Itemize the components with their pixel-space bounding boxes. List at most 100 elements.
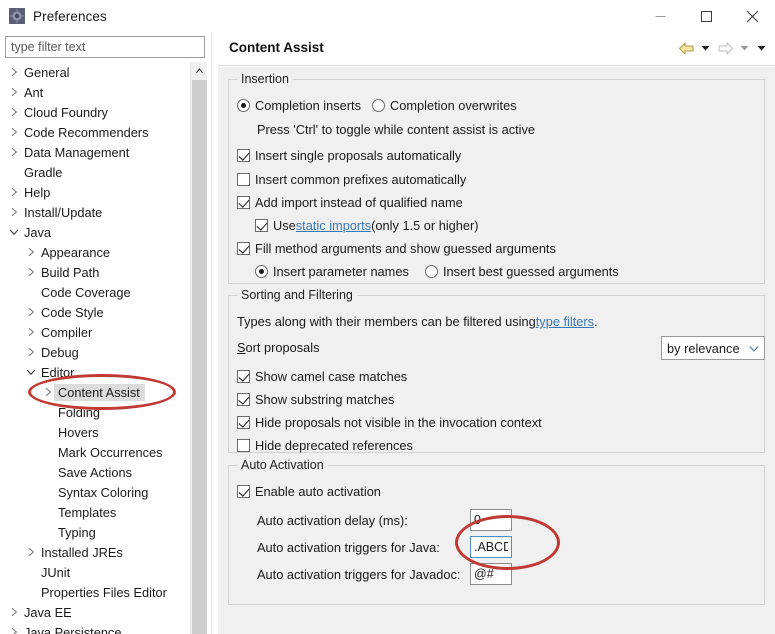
sidebar-item-templates[interactable]: Templates <box>0 502 190 522</box>
sidebar-item-appearance[interactable]: Appearance <box>0 242 190 262</box>
checkbox-indicator <box>237 485 250 498</box>
chevron-right-icon[interactable] <box>6 122 22 142</box>
close-icon[interactable] <box>729 0 775 32</box>
auto-activation-java-triggers-input[interactable] <box>470 536 512 558</box>
auto-activation-group: Auto Activation Enable auto activation A… <box>228 458 765 605</box>
chevron-down-icon <box>749 341 759 356</box>
sidebar-item-label: Build Path <box>41 264 100 280</box>
insert-single-proposals-checkbox[interactable]: Insert single proposals automatically <box>237 148 461 163</box>
sidebar-item-label: Ant <box>24 84 44 100</box>
radio-indicator <box>372 99 385 112</box>
sidebar-item-hovers[interactable]: Hovers <box>0 422 190 442</box>
search-input[interactable] <box>5 36 205 58</box>
tree-scrollbar[interactable] <box>190 62 207 634</box>
sidebar-item-code-recommenders[interactable]: Code Recommenders <box>0 122 190 142</box>
sidebar-item-java-persistence[interactable]: Java Persistence <box>0 622 190 634</box>
use-static-imports-checkbox[interactable]: Use static imports (only 1.5 or higher) <box>255 218 479 233</box>
sidebar-item-gradle[interactable]: Gradle <box>0 162 190 182</box>
sidebar-item-compiler[interactable]: Compiler <box>0 322 190 342</box>
back-arrow-icon[interactable] <box>676 37 696 59</box>
sidebar-item-label: Code Coverage <box>41 284 131 300</box>
sidebar-item-properties-files-editor[interactable]: Properties Files Editor <box>0 582 190 602</box>
sidebar-item-label: Code Style <box>41 304 104 320</box>
panel-divider <box>211 32 212 634</box>
show-camel-case-checkbox[interactable]: Show camel case matches <box>237 369 407 384</box>
sidebar-item-junit[interactable]: JUnit <box>0 562 190 582</box>
sidebar-item-general[interactable]: General <box>0 62 190 82</box>
sidebar-item-editor[interactable]: Editor <box>0 362 190 382</box>
chevron-right-icon[interactable] <box>6 142 22 162</box>
sidebar-item-code-style[interactable]: Code Style <box>0 302 190 322</box>
chevron-down-icon[interactable] <box>23 362 39 382</box>
sidebar-item-debug[interactable]: Debug <box>0 342 190 362</box>
chevron-right-icon[interactable] <box>23 242 39 262</box>
chevron-right-icon[interactable] <box>6 602 22 622</box>
completion-inserts-radio[interactable]: Completion inserts <box>237 98 361 113</box>
chevron-right-icon[interactable] <box>23 542 39 562</box>
radio-indicator <box>237 99 250 112</box>
sidebar-item-syntax-coloring[interactable]: Syntax Coloring <box>0 482 190 502</box>
sidebar-item-folding[interactable]: Folding <box>0 402 190 422</box>
sidebar-item-label: Save Actions <box>58 464 132 480</box>
scrollbar-thumb[interactable] <box>192 80 207 634</box>
sidebar-item-ant[interactable]: Ant <box>0 82 190 102</box>
hide-proposals-checkbox[interactable]: Hide proposals not visible in the invoca… <box>237 415 542 430</box>
chevron-right-icon[interactable] <box>23 342 39 362</box>
auto-activation-delay-input[interactable] <box>470 509 512 531</box>
chevron-right-icon[interactable] <box>6 82 22 102</box>
radio-label: Insert best guessed arguments <box>443 264 619 279</box>
completion-overwrites-radio[interactable]: Completion overwrites <box>372 98 517 113</box>
static-imports-link[interactable]: static imports <box>296 218 371 233</box>
chevron-down-icon[interactable] <box>6 222 22 242</box>
sidebar-item-save-actions[interactable]: Save Actions <box>0 462 190 482</box>
preferences-dialog: Preferences General Ant Cloud Foundry Code … <box>0 0 775 634</box>
minimize-icon[interactable] <box>637 0 683 32</box>
chevron-right-icon[interactable] <box>23 322 39 342</box>
chevron-right-icon[interactable] <box>6 182 22 202</box>
sidebar-item-java-ee[interactable]: Java EE <box>0 602 190 622</box>
view-menu-chevron-down-icon[interactable] <box>754 37 769 59</box>
insert-parameter-names-radio[interactable]: Insert parameter names <box>255 264 409 279</box>
insert-common-prefixes-checkbox[interactable]: Insert common prefixes automatically <box>237 172 466 187</box>
chevron-right-icon[interactable] <box>6 622 22 634</box>
scroll-up-icon[interactable] <box>191 62 208 79</box>
show-substring-matches-checkbox[interactable]: Show substring matches <box>237 392 394 407</box>
sidebar-item-label: Data Management <box>24 144 130 160</box>
sidebar-item-label: Cloud Foundry <box>24 104 108 120</box>
sidebar-item-code-coverage[interactable]: Code Coverage <box>0 282 190 302</box>
sidebar-item-java[interactable]: Java <box>0 222 190 242</box>
chevron-right-icon[interactable] <box>6 62 22 82</box>
back-menu-chevron-down-icon[interactable] <box>698 37 713 59</box>
chevron-right-icon[interactable] <box>6 102 22 122</box>
sidebar-item-install-update[interactable]: Install/Update <box>0 202 190 222</box>
insert-best-guessed-radio[interactable]: Insert best guessed arguments <box>425 264 619 279</box>
sidebar-item-data-management[interactable]: Data Management <box>0 142 190 162</box>
sidebar-item-mark-occurrences[interactable]: Mark Occurrences <box>0 442 190 462</box>
chevron-right-icon[interactable] <box>6 202 22 222</box>
forward-arrow-icon[interactable] <box>715 37 735 59</box>
sidebar-item-content-assist[interactable]: Content Assist <box>0 382 190 402</box>
enable-auto-activation-checkbox[interactable]: Enable auto activation <box>237 484 381 499</box>
forward-menu-chevron-down-icon[interactable] <box>737 37 752 59</box>
fill-method-arguments-checkbox[interactable]: Fill method arguments and show guessed a… <box>237 241 556 256</box>
type-filters-link[interactable]: type filters <box>536 314 594 329</box>
add-import-checkbox[interactable]: Add import instead of qualified name <box>237 195 463 210</box>
chevron-right-icon[interactable] <box>23 302 39 322</box>
sidebar-item-build-path[interactable]: Build Path <box>0 262 190 282</box>
hide-deprecated-checkbox[interactable]: Hide deprecated references <box>237 438 413 453</box>
sort-proposals-dropdown[interactable]: by relevance <box>661 336 765 360</box>
sidebar-item-typing[interactable]: Typing <box>0 522 190 542</box>
checkbox-label: Add import instead of qualified name <box>255 195 463 210</box>
checkbox-label: Enable auto activation <box>255 484 381 499</box>
description-prefix: Types along with their members can be fi… <box>237 314 536 329</box>
maximize-icon[interactable] <box>683 0 729 32</box>
sidebar-item-installed-jres[interactable]: Installed JREs <box>0 542 190 562</box>
preferences-tree[interactable]: General Ant Cloud Foundry Code Recommenders… <box>0 62 190 634</box>
sidebar-item-cloud-foundry[interactable]: Cloud Foundry <box>0 102 190 122</box>
chevron-right-icon[interactable] <box>23 262 39 282</box>
auto-activation-javadoc-triggers-input[interactable] <box>470 563 512 585</box>
sorting-legend: Sorting and Filtering <box>237 288 357 302</box>
sidebar-item-help[interactable]: Help <box>0 182 190 202</box>
